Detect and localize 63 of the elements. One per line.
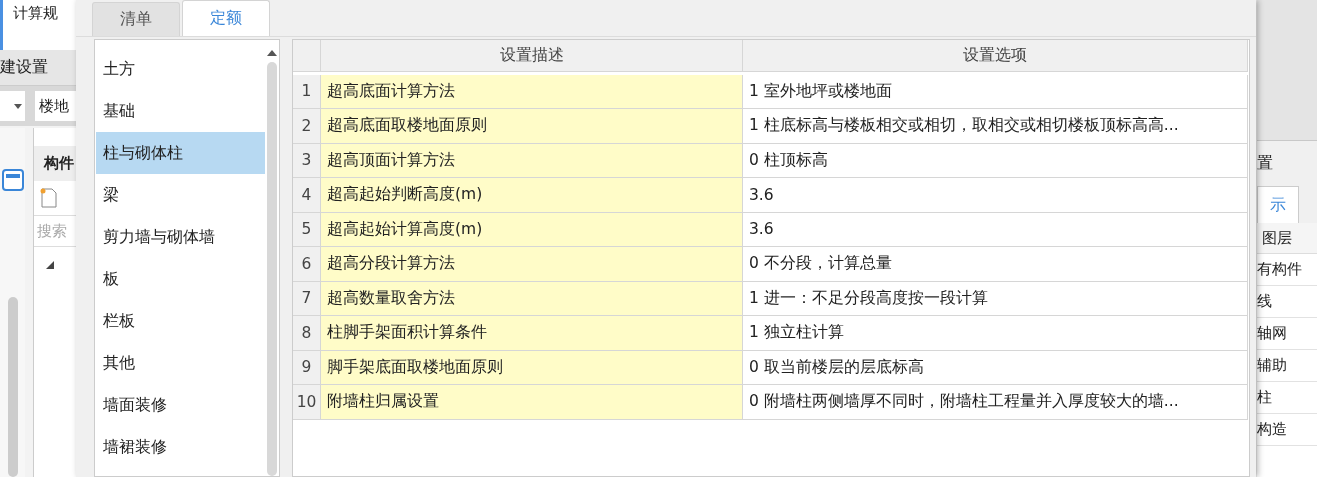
category-item[interactable]: 栏板 <box>96 300 265 342</box>
row-number: 8 <box>293 316 321 351</box>
row-number: 5 <box>293 212 321 247</box>
category-item[interactable]: 梁 <box>96 174 265 216</box>
dropdown[interactable] <box>0 91 25 121</box>
table-cell[interactable]: 3.6 <box>743 178 1248 213</box>
layer-item[interactable]: 构造 <box>1257 420 1287 439</box>
tab[interactable]: 定额 <box>182 0 270 36</box>
table-cell: 超高起始计算高度(m) <box>321 212 743 247</box>
column-header: 设置选项 <box>743 40 1248 72</box>
table-cell[interactable]: 0 取当前楼层的层底标高 <box>743 350 1248 385</box>
category-item[interactable]: 板 <box>96 258 265 300</box>
category-item[interactable]: 柱与砌体柱 <box>96 132 265 174</box>
row-number: 7 <box>293 281 321 316</box>
table-cell: 超高底面计算方法 <box>321 74 743 109</box>
row-number: 1 <box>293 74 321 109</box>
row-number: 2 <box>293 109 321 144</box>
table-cell: 超高分段计算方法 <box>321 247 743 282</box>
row-number: 4 <box>293 178 321 213</box>
table-cell[interactable]: 1 进一：不足分段高度按一段计算 <box>743 281 1248 316</box>
table-cell[interactable]: 1 独立柱计算 <box>743 316 1248 351</box>
table-cell: 超高数量取舍方法 <box>321 281 743 316</box>
layer-item[interactable]: 有构件 <box>1257 260 1302 279</box>
category-item[interactable]: 墙裙装修 <box>96 426 265 468</box>
column-header: 设置描述 <box>321 40 743 72</box>
layer-item[interactable]: 轴网 <box>1257 324 1287 343</box>
caret-icon <box>14 103 22 109</box>
column-header: 图层 <box>1262 228 1292 248</box>
table-cell[interactable]: 1 室外地坪或楼地面 <box>743 74 1248 109</box>
category-item[interactable]: 剪力墙与砌体墙 <box>96 216 265 258</box>
table-cell: 柱脚手架面积计算条件 <box>321 316 743 351</box>
table-cell[interactable]: 0 附墙柱两侧墙厚不同时，附墙柱工程量并入厚度较大的墙... <box>743 385 1248 420</box>
table-cell[interactable]: 3.6 <box>743 212 1248 247</box>
table-cell: 超高起始判断高度(m) <box>321 178 743 213</box>
row-number: 10 <box>293 385 321 420</box>
table-cell[interactable]: 0 不分段，计算总量 <box>743 247 1248 282</box>
scrollbar[interactable] <box>7 297 18 477</box>
panel-title: 构件 <box>44 154 74 173</box>
table-cell[interactable]: 0 柱顶标高 <box>743 143 1248 178</box>
category-item[interactable]: 墙面装修 <box>96 384 265 426</box>
section-title: 建设置 <box>0 57 48 78</box>
layer-item[interactable]: 柱 <box>1257 388 1272 407</box>
scroll-up-arrow-icon[interactable] <box>267 50 277 56</box>
table-cell[interactable]: 1 柱底标高与楼板相交或相切，取相交或相切楼板顶标高高... <box>743 109 1248 144</box>
calendar-icon[interactable] <box>1 168 24 192</box>
row-number: 3 <box>293 143 321 178</box>
section-title: 置 <box>1257 153 1273 174</box>
tab[interactable]: 清单 <box>92 2 180 36</box>
category-item[interactable]: 其他 <box>96 342 265 384</box>
layer-item[interactable]: 线 <box>1257 292 1272 311</box>
table-cell: 脚手架底面取楼地面原则 <box>321 350 743 385</box>
tab[interactable]: 示 <box>1257 186 1299 223</box>
layer-item[interactable]: 辅助 <box>1257 356 1287 375</box>
row-number: 6 <box>293 247 321 282</box>
expand-triangle-icon[interactable] <box>46 261 54 269</box>
row-number: 9 <box>293 350 321 385</box>
scrollbar-thumb[interactable] <box>267 62 277 476</box>
category-item[interactable]: 土方 <box>96 48 265 90</box>
table-cell: 超高底面取楼地面原则 <box>321 109 743 144</box>
table-cell: 附墙柱归属设置 <box>321 385 743 420</box>
new-document-icon[interactable] <box>40 188 58 208</box>
category-item[interactable]: 基础 <box>96 90 265 132</box>
table-cell: 超高顶面计算方法 <box>321 143 743 178</box>
